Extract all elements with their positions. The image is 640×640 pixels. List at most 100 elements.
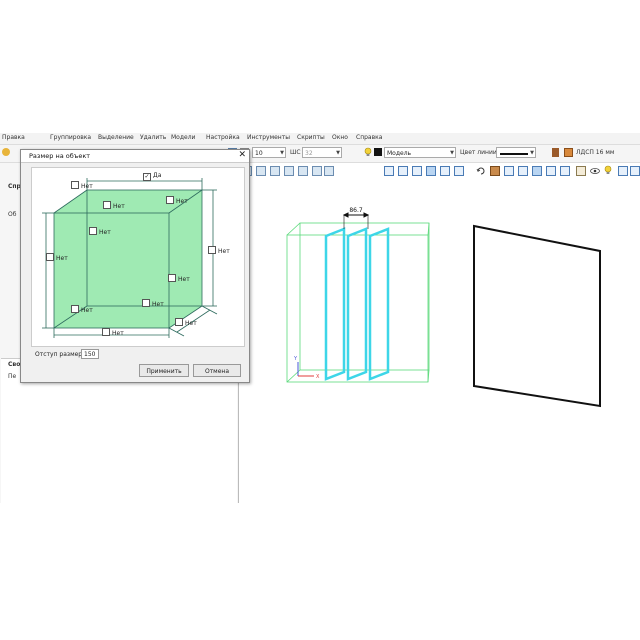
checkbox-bottom-front[interactable]: Нет [102, 328, 124, 338]
checkbox-top-left[interactable]: Нет [71, 181, 93, 191]
checkbox-left[interactable]: Нет [46, 253, 68, 263]
checkbox-box[interactable] [71, 181, 79, 189]
layer-select-value: Модель [387, 150, 412, 157]
size-select[interactable]: 10 ▼ [252, 147, 286, 158]
box-icon[interactable] [490, 166, 500, 176]
panel-2 [346, 227, 368, 381]
copy-icon[interactable] [284, 166, 294, 176]
menu-item-delete[interactable]: Удалить [140, 134, 166, 141]
settings-cube-icon[interactable] [618, 166, 628, 176]
checkbox-top-right[interactable]: ✓ Да [143, 172, 161, 181]
menu-item-help[interactable]: Справка [356, 134, 382, 141]
menu-bar: Правка Группировка Выделение Удалить Мод… [0, 133, 640, 145]
shaded-cube-icon[interactable] [518, 166, 528, 176]
checkbox-box[interactable] [168, 274, 176, 282]
rotate-icon[interactable] [476, 166, 486, 176]
wire-cube-icon[interactable] [504, 166, 514, 176]
view-left-icon[interactable] [426, 166, 436, 176]
view-front-icon[interactable] [398, 166, 408, 176]
dimension-dialog: Размер на объект ✕ Нет ✓ Да Нет Нет Нет … [20, 149, 250, 383]
sun-icon[interactable] [2, 148, 10, 156]
tab-properties[interactable]: Сво [8, 361, 20, 368]
texture-cube-icon[interactable] [560, 166, 570, 176]
chevron-down-icon: ▼ [530, 150, 534, 156]
checkbox-bottom-left[interactable]: Нет [71, 305, 93, 315]
tab-reference[interactable]: Спр [8, 183, 21, 190]
checkbox-box[interactable] [102, 328, 110, 336]
menu-item-edit[interactable]: Правка [2, 134, 25, 141]
3d-viewport[interactable]: 86.7 X Y [240, 179, 640, 503]
array-icon[interactable] [270, 166, 280, 176]
shc-label: ШС [290, 149, 301, 156]
view-top-icon[interactable] [454, 166, 464, 176]
panel-1 [324, 227, 346, 381]
properties-icon[interactable] [630, 166, 640, 176]
eye-icon[interactable] [590, 166, 600, 176]
viewport-scene: 86.7 X Y [286, 207, 601, 408]
shc-select[interactable]: 32 ▼ [302, 147, 342, 158]
checkbox-right[interactable]: Нет [208, 246, 230, 256]
offset-label: Отступ размера [35, 351, 86, 358]
checkbox-label: Нет [185, 320, 197, 327]
checkbox-label: Нет [218, 248, 230, 255]
dimension-label: 86.7 [349, 207, 363, 214]
panel-item-label: Об [8, 211, 17, 218]
apply-button[interactable]: Применить [139, 364, 189, 377]
checkbox-box[interactable] [103, 201, 111, 209]
panel-icon[interactable] [552, 148, 559, 157]
checkbox-box[interactable] [46, 253, 54, 261]
menu-item-selection[interactable]: Выделение [98, 134, 134, 141]
view-right-icon[interactable] [440, 166, 450, 176]
checkbox-box[interactable] [71, 305, 79, 313]
xray-cube-icon[interactable] [546, 166, 556, 176]
dimension-preview: Нет ✓ Да Нет Нет Нет Нет Нет Нет Нет Нет … [31, 167, 245, 347]
checkbox-label: Нет [56, 255, 68, 262]
solid-cube-icon[interactable] [532, 166, 542, 176]
checkbox-label: Да [153, 172, 162, 179]
flat-panel [473, 224, 601, 408]
material-swatch-icon[interactable] [564, 148, 573, 157]
chevron-down-icon: ▼ [450, 150, 454, 156]
checkbox-top-front[interactable]: Нет [103, 201, 125, 211]
shc-select-value: 32 [305, 150, 313, 157]
checkbox-box[interactable] [166, 196, 174, 204]
mirror-icon[interactable] [298, 166, 308, 176]
checkbox-checked[interactable]: ✓ [143, 173, 151, 181]
line-style-select[interactable]: ▼ [496, 147, 536, 158]
cancel-button[interactable]: Отмена [193, 364, 241, 377]
menu-item-grouping[interactable]: Группировка [50, 134, 91, 141]
menu-item-settings[interactable]: Настройка [206, 134, 240, 141]
checkbox-label: Нет [152, 301, 164, 308]
checkbox-bottom-back[interactable]: Нет [142, 299, 164, 309]
menu-item-models[interactable]: Модели [171, 134, 195, 141]
render-icon[interactable] [576, 166, 586, 176]
view-back-icon[interactable] [412, 166, 422, 176]
dialog-titlebar[interactable]: Размер на объект ✕ [21, 150, 249, 163]
checkbox-center-left[interactable]: Нет [89, 227, 111, 237]
material-label: ЛДСП 16 мм [576, 149, 615, 156]
properties-item-label: Пе [8, 373, 17, 380]
menu-item-scripts[interactable]: Скрипты [297, 134, 325, 141]
view-cube-icon[interactable] [384, 166, 394, 176]
checkbox-label: Нет [178, 276, 190, 283]
measure-icon[interactable] [324, 166, 334, 176]
stairs-icon[interactable] [256, 166, 266, 176]
checkbox-center-right[interactable]: Нет [168, 274, 190, 284]
color-swatch-icon[interactable] [374, 148, 382, 156]
lightbulb-icon[interactable] [364, 147, 372, 157]
offset-input[interactable]: 150 [81, 349, 99, 359]
close-icon[interactable]: ✕ [238, 150, 246, 160]
menu-item-window[interactable]: Окно [332, 134, 348, 141]
checkbox-box[interactable] [89, 227, 97, 235]
chevron-down-icon: ▼ [336, 150, 340, 156]
checkbox-top-back[interactable]: Нет [166, 196, 188, 206]
chevron-down-icon: ▼ [280, 150, 284, 156]
checkbox-box[interactable] [142, 299, 150, 307]
layer-select[interactable]: Модель ▼ [384, 147, 456, 158]
align-icon[interactable] [312, 166, 322, 176]
checkbox-box[interactable] [208, 246, 216, 254]
checkbox-box[interactable] [175, 318, 183, 326]
light-icon[interactable] [604, 165, 612, 175]
menu-item-tools[interactable]: Инструменты [247, 134, 290, 141]
checkbox-bottom-right[interactable]: Нет [175, 318, 197, 328]
